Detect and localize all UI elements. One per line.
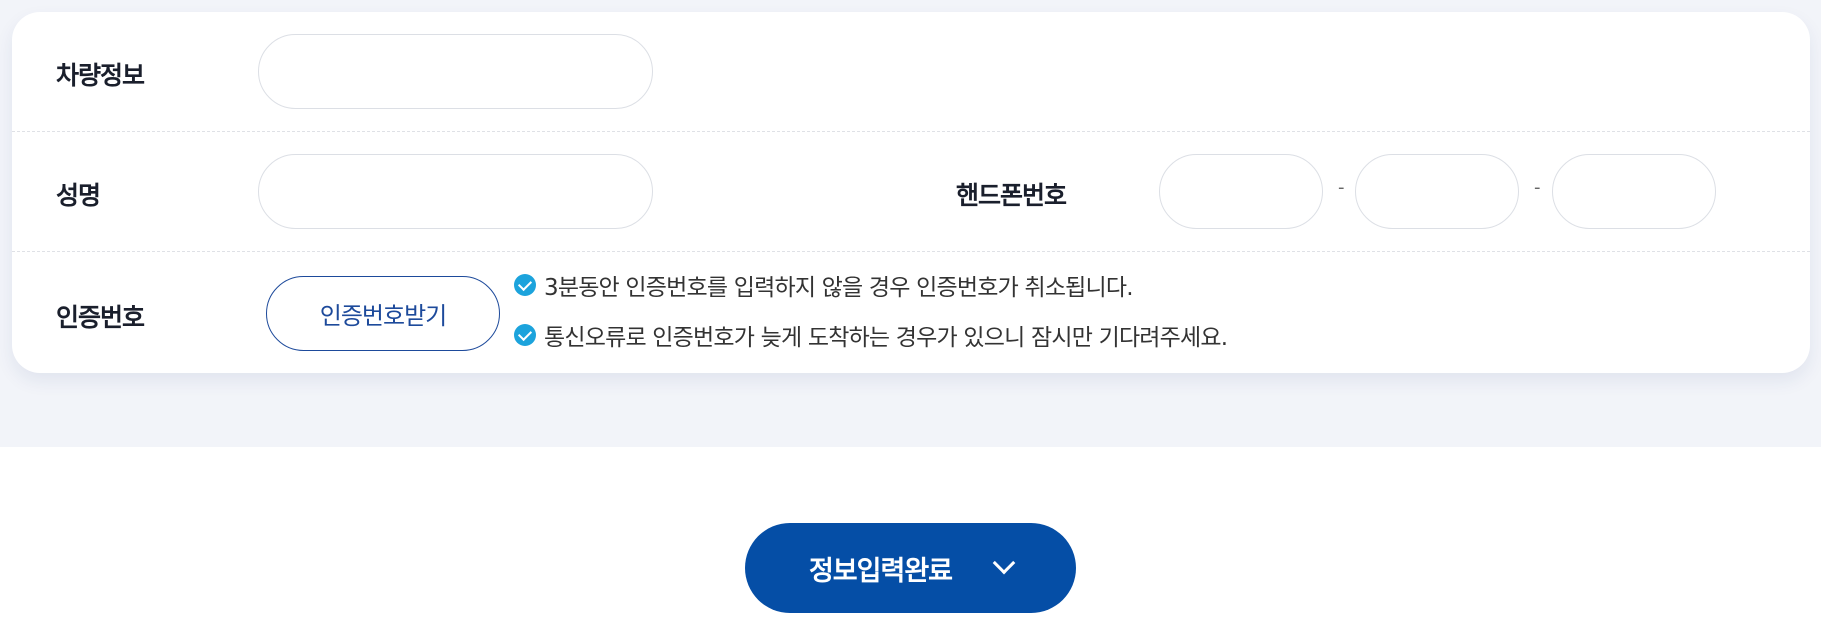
vehicle-row: 차량정보 [12, 12, 1810, 132]
phone-input-2[interactable] [1355, 154, 1519, 229]
check-circle-icon [514, 274, 536, 296]
vehicle-label: 차량정보 [56, 61, 145, 90]
submit-label: 정보입력완료 [808, 555, 953, 587]
phone-separator-1: - [1338, 177, 1345, 198]
chevron-down-icon [992, 551, 1016, 575]
notice-text: 3분동안 인증번호를 입력하지 않을 경우 인증번호가 취소됩니다. [544, 275, 1134, 301]
submit-info-button[interactable]: 정보입력완료 [745, 523, 1076, 613]
name-phone-row: 성명 핸드폰번호 - - [12, 132, 1810, 252]
notice-text: 통신오류로 인증번호가 늦게 도착하는 경우가 있으니 잠시만 기다려주세요. [544, 325, 1228, 351]
name-label: 성명 [56, 181, 101, 210]
info-form-card: 차량정보 성명 핸드폰번호 - - 인증번호 인증번호받기 3분동안 인증번호를… [12, 12, 1810, 373]
vehicle-input[interactable] [258, 34, 653, 109]
phone-input-3[interactable] [1552, 154, 1716, 229]
phone-separator-2: - [1534, 177, 1541, 198]
check-circle-icon [514, 324, 536, 346]
request-cert-button[interactable]: 인증번호받기 [266, 276, 500, 351]
name-input[interactable] [258, 154, 653, 229]
cert-label: 인증번호 [56, 303, 145, 332]
phone-label: 핸드폰번호 [956, 181, 1067, 210]
phone-input-1[interactable] [1159, 154, 1323, 229]
form-section-background: 차량정보 성명 핸드폰번호 - - 인증번호 인증번호받기 3분동안 인증번호를… [0, 0, 1821, 447]
notice-item: 통신오류로 인증번호가 늦게 도착하는 경우가 있으니 잠시만 기다려주세요. [514, 318, 1228, 352]
cert-row: 인증번호 인증번호받기 3분동안 인증번호를 입력하지 않을 경우 인증번호가 … [12, 252, 1810, 373]
notice-item: 3분동안 인증번호를 입력하지 않을 경우 인증번호가 취소됩니다. [514, 268, 1134, 302]
